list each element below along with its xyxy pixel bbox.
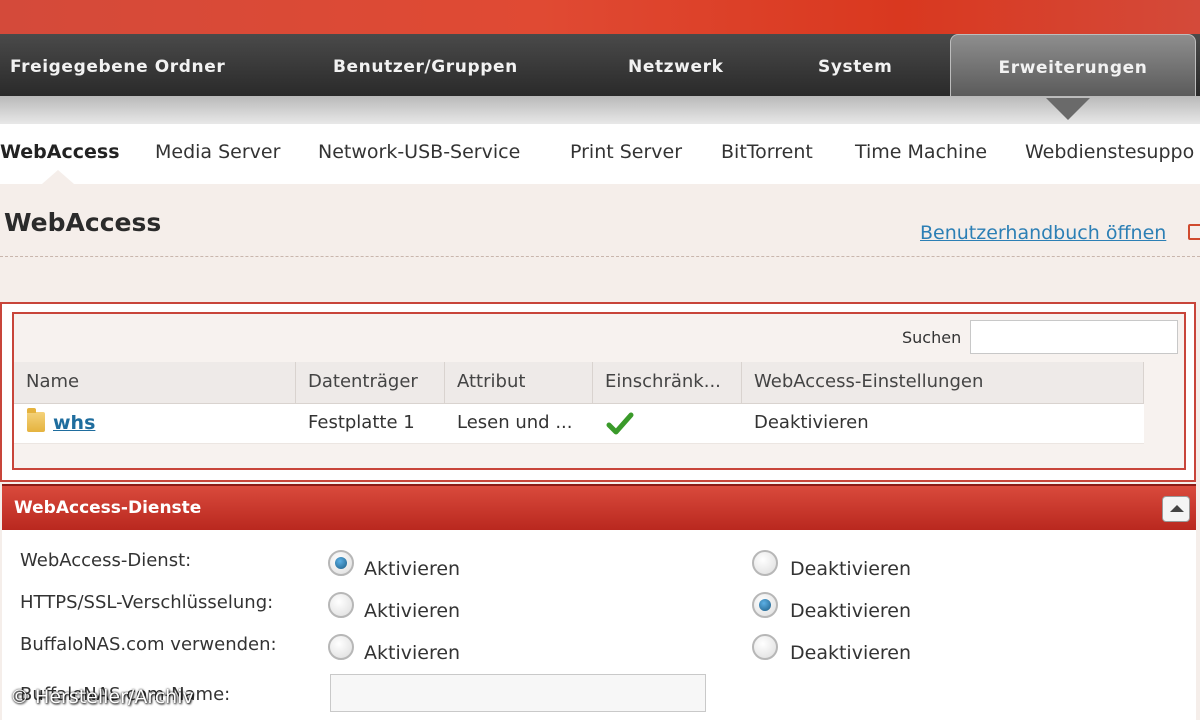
checkmark-icon [606,412,634,435]
active-nav-pointer [1046,98,1090,120]
column-header-restrictions[interactable]: Einschränk... [593,362,742,404]
table-header: Name Datenträger Attribut Einschränk... … [14,362,1144,404]
nav-item-extensions[interactable]: Erweiterungen [950,34,1196,98]
row-drive-cell: Festplatte 1 [308,412,415,433]
services-section-header: WebAccess-Dienste [2,484,1196,530]
nav-item-system[interactable]: System [818,34,892,96]
webaccess-service-label: WebAccess-Dienst: [20,550,192,571]
buffalonas-label: BuffaloNAS.com verwenden: [20,634,277,655]
folder-link[interactable]: whs [53,412,95,434]
column-header-name[interactable]: Name [14,362,296,404]
column-header-webaccess-settings[interactable]: WebAccess-Einstellungen [742,362,1144,404]
row-attribute-cell: Lesen und ... [457,412,573,433]
webaccess-service-enable-label[interactable]: Aktivieren [364,558,460,580]
copyright-watermark: © Hersteller/Archiv [10,686,194,708]
webaccess-service-enable-radio[interactable] [328,550,354,576]
top-banner [0,0,1200,34]
tab-network-usb-service[interactable]: Network-USB-Service [318,141,520,163]
buffalonas-enable-label[interactable]: Aktivieren [364,642,460,664]
table-row[interactable]: whs Festplatte 1 Lesen und ... Deaktivie… [14,404,1144,444]
active-tab-pointer [42,170,74,184]
webaccess-service-disable-radio[interactable] [752,550,778,576]
buffalonas-enable-radio[interactable] [328,634,354,660]
column-header-attribute[interactable]: Attribut [445,362,593,404]
tab-time-machine[interactable]: Time Machine [855,141,987,163]
tab-print-server[interactable]: Print Server [570,141,682,163]
tab-media-server[interactable]: Media Server [155,141,280,163]
nav-item-shared-folders[interactable]: Freigegebene Ordner [10,34,225,96]
divider [0,256,1200,257]
column-header-drive[interactable]: Datenträger [296,362,445,404]
nav-item-users-groups[interactable]: Benutzer/Gruppen [333,34,518,96]
https-ssl-enable-radio[interactable] [328,592,354,618]
section-title: WebAccess-Dienste [14,498,202,518]
webaccess-service-disable-label[interactable]: Deaktivieren [790,558,911,580]
sub-nav: WebAccess Media Server Network-USB-Servi… [0,124,1200,184]
open-manual-link[interactable]: Benutzerhandbuch öffnen [920,222,1166,244]
row-name-cell: whs [41,404,291,444]
nav-shadow [0,96,1200,124]
tab-webaccess[interactable]: WebAccess [0,141,120,163]
nav-item-network[interactable]: Netzwerk [628,34,724,96]
buffalonas-disable-label[interactable]: Deaktivieren [790,642,911,664]
row-setting-cell: Deaktivieren [754,412,869,433]
external-link-icon[interactable] [1188,224,1200,240]
search-input[interactable] [970,320,1178,354]
buffalonas-name-input[interactable] [330,674,706,712]
https-ssl-label: HTTPS/SSL-Verschlüsselung: [20,592,274,613]
collapse-button[interactable] [1162,496,1190,522]
page-title: WebAccess [4,208,162,237]
https-ssl-disable-label[interactable]: Deaktivieren [790,600,911,622]
https-ssl-enable-label[interactable]: Aktivieren [364,600,460,622]
https-ssl-disable-radio[interactable] [752,592,778,618]
main-nav: Freigegebene Ordner Benutzer/Gruppen Net… [0,34,1200,98]
search-label: Suchen [902,328,962,347]
tab-bittorrent[interactable]: BitTorrent [721,141,813,163]
buffalonas-disable-radio[interactable] [752,634,778,660]
tab-web-services[interactable]: Webdienstesuppo [1025,141,1194,163]
